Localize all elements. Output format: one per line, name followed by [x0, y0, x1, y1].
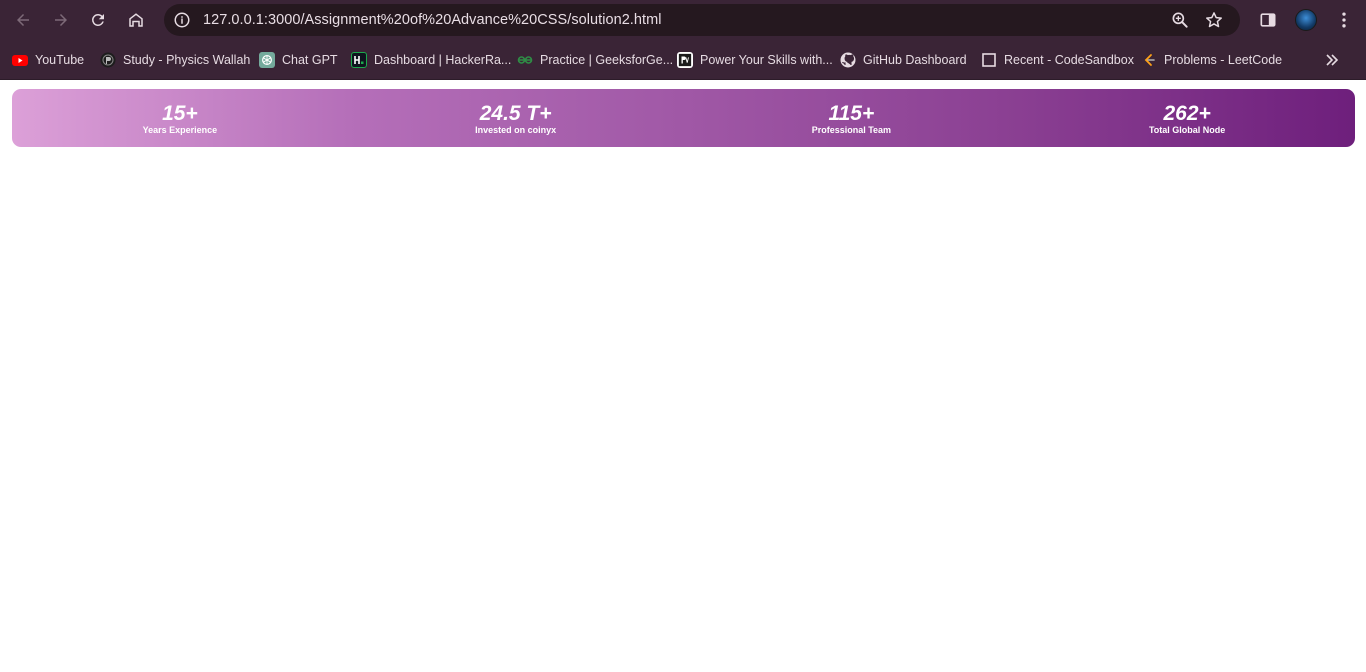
star-icon[interactable]	[1204, 10, 1224, 30]
magnifier-icon[interactable]	[1170, 10, 1190, 30]
address-bar[interactable]: 127.0.0.1:3000/Assignment%20of%20Advance…	[164, 4, 1240, 36]
bookmark-label: Practice | GeeksforGe...	[540, 53, 674, 67]
codesandbox-icon	[981, 52, 997, 68]
gfg-icon	[517, 52, 533, 68]
stat-label: Total Global Node	[1148, 124, 1226, 135]
kebab-menu-icon[interactable]	[1334, 10, 1354, 30]
browser-toolbar: 127.0.0.1:3000/Assignment%20of%20Advance…	[0, 0, 1366, 40]
pw-icon	[100, 52, 116, 68]
stat-value: 15+	[162, 101, 198, 125]
stat-label: Years Experience	[142, 124, 218, 135]
bookmark-physics-wallah[interactable]: Study - Physics Wallah	[100, 50, 250, 70]
github-icon	[840, 52, 856, 68]
more-bookmarks-icon[interactable]	[1322, 50, 1342, 70]
stat-invested: 24.5 T+ Invested on coinyx	[348, 89, 684, 147]
home-icon	[129, 13, 143, 27]
bookmark-label: GitHub Dashboard	[863, 53, 967, 67]
side-panel-icon[interactable]	[1258, 10, 1278, 30]
stat-value: 24.5 T+	[479, 101, 552, 125]
bookmark-label: Dashboard | HackerRa...	[374, 53, 512, 67]
stat-years-experience: 15+ Years Experience	[12, 89, 348, 147]
bookmark-youtube[interactable]: YouTube	[12, 50, 84, 70]
bookmark-pw-skills[interactable]: Power Your Skills with...	[677, 50, 833, 70]
stat-global-node: 262+ Total Global Node	[1019, 89, 1355, 147]
pw-skills-icon	[677, 52, 693, 68]
reload-button[interactable]	[84, 6, 112, 34]
stats-banner: 15+ Years Experience 24.5 T+ Invested on…	[12, 89, 1355, 147]
stat-label: Professional Team	[811, 124, 892, 135]
bookmark-github[interactable]: GitHub Dashboard	[840, 50, 967, 70]
bookmark-label: Chat GPT	[282, 53, 338, 67]
arrow-left-icon	[17, 14, 29, 26]
bookmark-chatgpt[interactable]: Chat GPT	[259, 50, 338, 70]
page-viewport: 15+ Years Experience 24.5 T+ Invested on…	[0, 81, 1366, 672]
bookmark-label: Power Your Skills with...	[700, 53, 833, 67]
stat-label: Invested on coinyx	[475, 124, 557, 135]
chatgpt-icon	[259, 52, 275, 68]
bookmark-label: YouTube	[35, 53, 85, 67]
bookmark-codesandbox[interactable]: Recent - CodeSandbox	[981, 50, 1134, 70]
forward-button[interactable]	[47, 6, 75, 34]
reload-icon	[92, 14, 104, 26]
bookmark-geeksforgeeks[interactable]: Practice | GeeksforGe...	[517, 50, 673, 70]
info-icon[interactable]	[172, 10, 192, 30]
bookmark-label: Problems - LeetCode	[1164, 53, 1283, 67]
bookmark-hackerrank[interactable]: Dashboard | HackerRa...	[351, 50, 511, 70]
bookmark-leetcode[interactable]: Problems - LeetCode	[1141, 50, 1282, 70]
youtube-icon	[12, 52, 28, 68]
stat-value: 115+	[828, 101, 875, 125]
leetcode-icon	[1141, 52, 1157, 68]
bookmark-label: Recent - CodeSandbox	[1004, 53, 1134, 67]
url-text[interactable]: 127.0.0.1:3000/Assignment%20of%20Advance…	[203, 12, 661, 28]
home-button[interactable]	[122, 6, 150, 34]
hackerrank-icon	[351, 52, 367, 68]
arrow-right-icon	[55, 14, 67, 26]
bookmarks-bar: YouTube Study - Physics Wallah Chat GPT …	[0, 40, 1366, 80]
stat-value: 262+	[1163, 101, 1211, 125]
stat-professional-team: 115+ Professional Team	[684, 89, 1020, 147]
back-button[interactable]	[9, 6, 37, 34]
bookmark-label: Study - Physics Wallah	[123, 53, 251, 67]
avatar[interactable]	[1295, 9, 1317, 31]
